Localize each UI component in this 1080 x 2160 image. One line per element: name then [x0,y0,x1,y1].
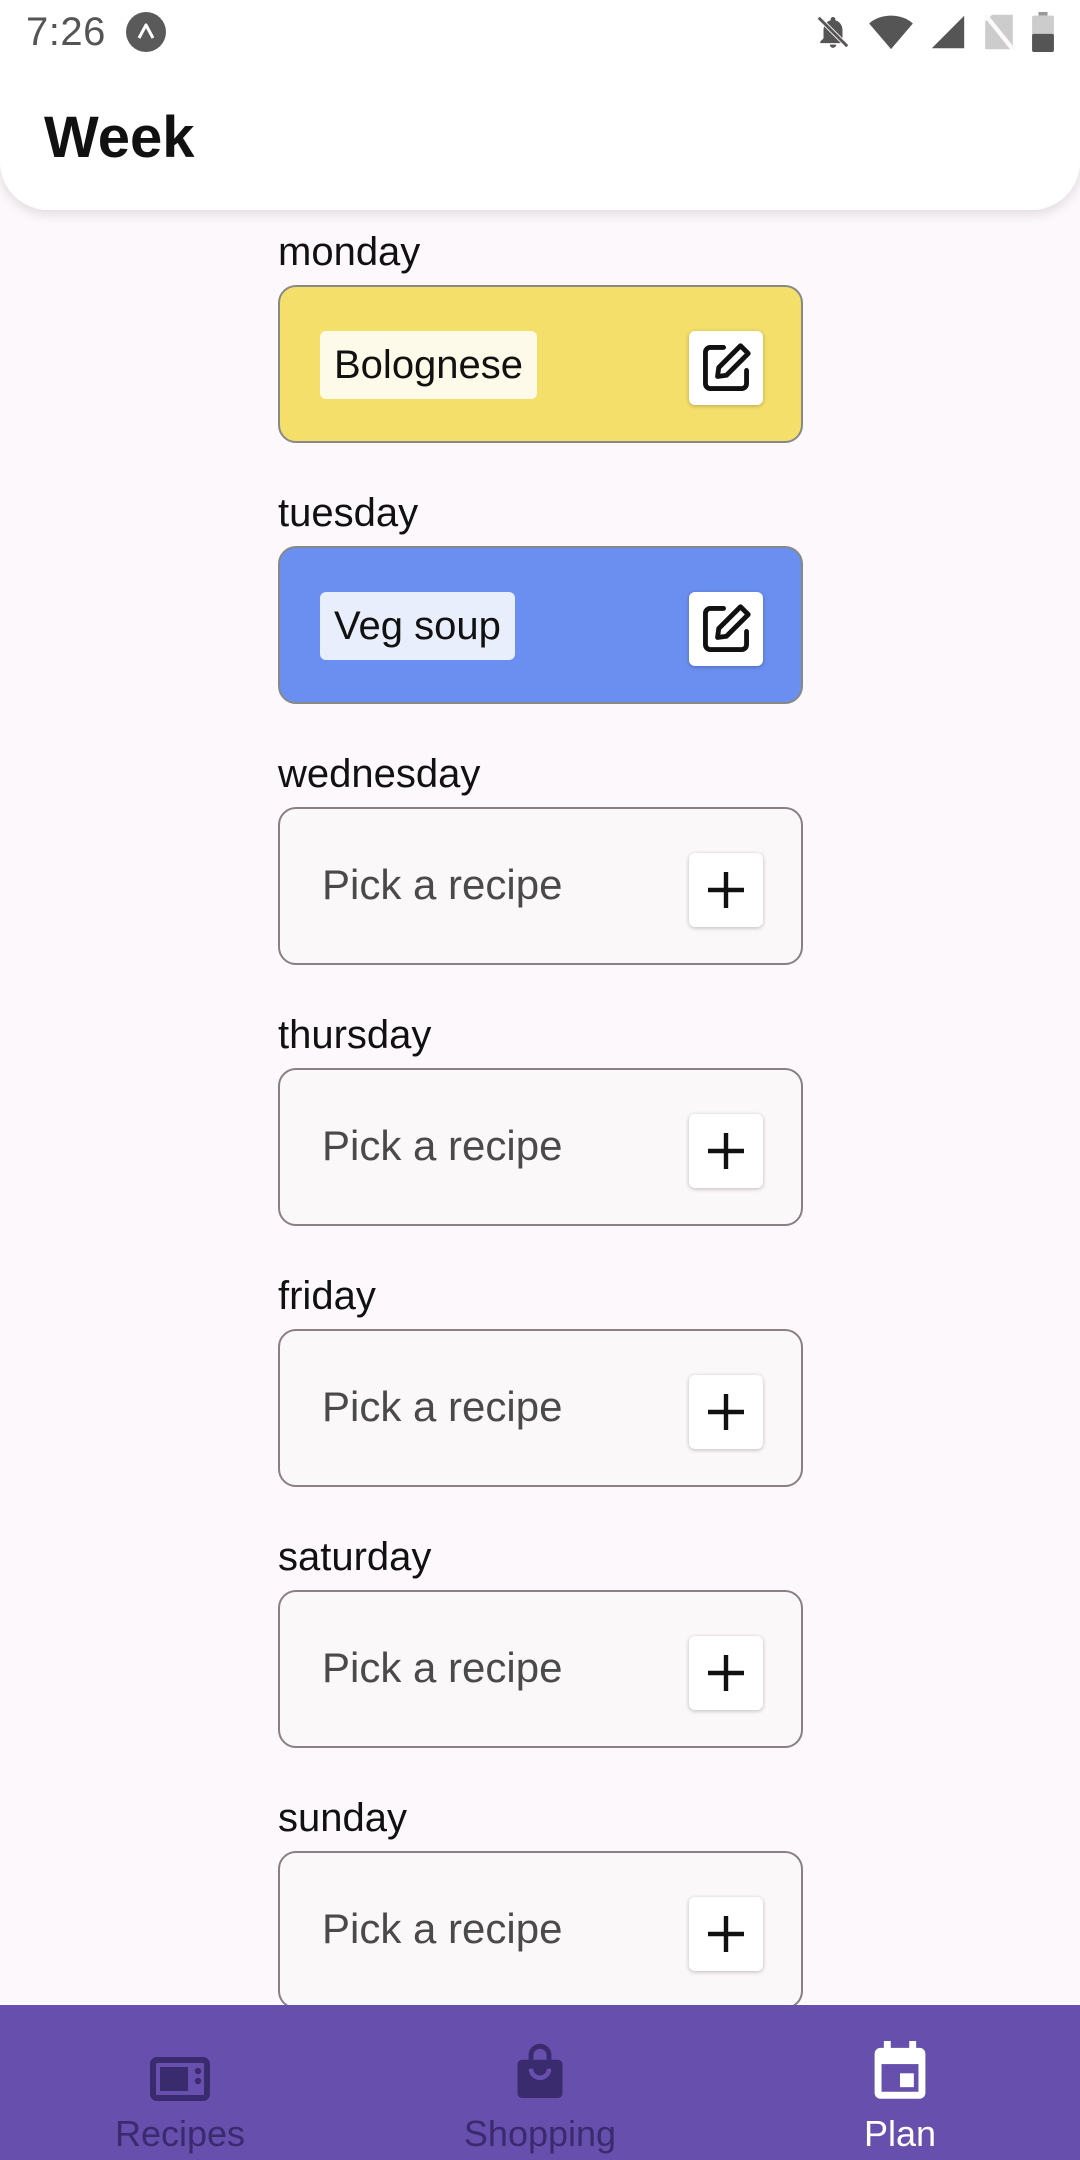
plus-icon [708,1394,744,1430]
calendar-icon [872,2041,928,2101]
nav-label: Plan [863,2113,937,2154]
plus-icon [708,1133,744,1169]
day-label: sunday [278,1796,407,1840]
nav-item-plan[interactable]: Plan [720,2005,1080,2160]
edit-recipe-button[interactable] [689,331,763,405]
edit-icon [703,343,751,391]
pick-recipe-placeholder[interactable]: Pick a recipe [322,1383,562,1431]
page-title: Week [44,105,195,170]
nav-item-shopping[interactable]: Shopping [360,2005,720,2160]
week-plan-screen: Week 7:26 monday Bolognese tuesday Veg s… [0,0,1080,2160]
wifi-icon [868,13,914,51]
nav-label: Shopping [463,2113,617,2154]
shopping-bag-icon [513,2041,567,2101]
recipe-chip[interactable]: Veg soup [320,592,515,660]
day-list: monday Bolognese tuesday Veg soup wednes… [278,230,803,2057]
day-card-wednesday[interactable]: Pick a recipe [278,807,803,965]
nav-item-recipes[interactable]: Recipes [0,2005,360,2160]
add-recipe-button[interactable] [689,1375,763,1449]
add-recipe-button[interactable] [689,1897,763,1971]
app-notification-icon [125,12,166,52]
day-label: monday [278,230,421,274]
add-recipe-button[interactable] [689,853,763,927]
pick-recipe-placeholder[interactable]: Pick a recipe [322,861,562,909]
pick-recipe-placeholder[interactable]: Pick a recipe [322,1644,562,1692]
add-recipe-button[interactable] [689,1636,763,1710]
day-label: tuesday [278,491,419,535]
day-card-thursday[interactable]: Pick a recipe [278,1068,803,1226]
status-time: 7:26 [26,9,106,54]
plus-icon [708,872,744,908]
day-section-saturday: saturday Pick a recipe [278,1535,803,1796]
no-sim-icon [982,13,1016,51]
microwave-icon [150,2041,210,2101]
edit-recipe-button[interactable] [689,592,763,666]
plus-icon [708,1655,744,1691]
notifications-off-icon [814,13,852,51]
day-label: thursday [278,1013,432,1057]
status-icons [814,12,1054,52]
day-card-sunday[interactable]: Pick a recipe [278,1851,803,2009]
battery-icon [1032,12,1054,52]
day-section-thursday: thursday Pick a recipe [278,1013,803,1274]
bottom-navigation: Recipes Shopping Plan [0,2005,1080,2160]
day-section-tuesday: tuesday Veg soup [278,491,803,752]
nav-label: Recipes [114,2113,246,2154]
status-bar: 7:26 [0,0,1080,64]
day-label: wednesday [278,752,481,796]
day-card-tuesday[interactable]: Veg soup [278,546,803,704]
pick-recipe-placeholder[interactable]: Pick a recipe [322,1122,562,1170]
cellular-signal-icon [930,14,966,50]
add-recipe-button[interactable] [689,1114,763,1188]
day-section-friday: friday Pick a recipe [278,1274,803,1535]
day-section-monday: monday Bolognese [278,230,803,491]
edit-icon [703,604,751,652]
day-card-saturday[interactable]: Pick a recipe [278,1590,803,1748]
plus-icon [708,1916,744,1952]
day-card-monday[interactable]: Bolognese [278,285,803,443]
day-label: saturday [278,1535,432,1579]
pick-recipe-placeholder[interactable]: Pick a recipe [322,1905,562,1953]
day-label: friday [278,1274,376,1318]
recipe-chip[interactable]: Bolognese [320,331,538,399]
day-section-wednesday: wednesday Pick a recipe [278,752,803,1013]
day-card-friday[interactable]: Pick a recipe [278,1329,803,1487]
